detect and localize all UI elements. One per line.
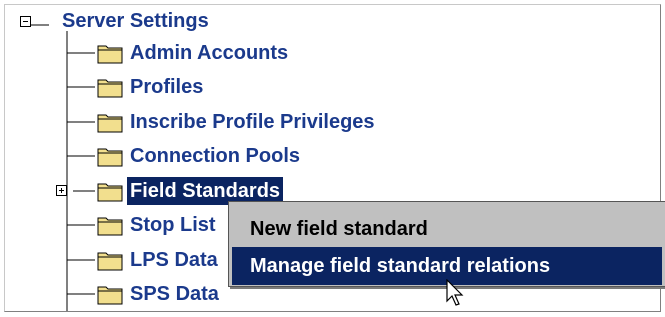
context-menu: New field standard Manage field standard…: [228, 201, 665, 287]
folder-icon: [97, 217, 123, 236]
tree-node-label: Stop List: [130, 214, 216, 236]
folder-icon: [97, 79, 123, 98]
tree-node-label: Connection Pools: [130, 145, 300, 167]
tree-node-profiles[interactable]: Profiles: [97, 73, 206, 101]
folder-icon: [97, 252, 123, 271]
tree-node-label: Admin Accounts: [130, 42, 289, 64]
tree-node-stop-list[interactable]: Stop List: [97, 211, 219, 239]
folder-icon: [97, 286, 123, 305]
folder-icon: [97, 114, 123, 133]
tree-node-admin-accounts[interactable]: Admin Accounts: [97, 39, 291, 67]
menu-item-new-field-standard[interactable]: New field standard: [232, 210, 662, 248]
tree-node-label: LPS Data: [130, 249, 218, 271]
tree-node-label: SPS Data: [130, 283, 219, 305]
minus-box-icon[interactable]: [20, 15, 31, 27]
tree-node-inscribe-profile-privileges[interactable]: Inscribe Profile Privileges: [97, 108, 378, 136]
tree-node-label: Inscribe Profile Privileges: [130, 111, 375, 133]
tree-node-label: Profiles: [130, 76, 204, 98]
tree-node-sps-data[interactable]: SPS Data: [97, 280, 222, 308]
folder-icon: [97, 45, 123, 64]
tree-node-lps-data[interactable]: LPS Data: [97, 246, 221, 274]
tree-node-label: Server Settings: [62, 10, 209, 32]
tree-node-connection-pools[interactable]: Connection Pools: [97, 142, 303, 170]
mouse-pointer-icon: [446, 279, 464, 306]
folder-icon: [97, 148, 123, 167]
folder-icon: [97, 183, 123, 202]
tree-node-server-settings[interactable]: Server Settings: [20, 7, 212, 35]
plus-box-icon[interactable]: [56, 185, 67, 196]
